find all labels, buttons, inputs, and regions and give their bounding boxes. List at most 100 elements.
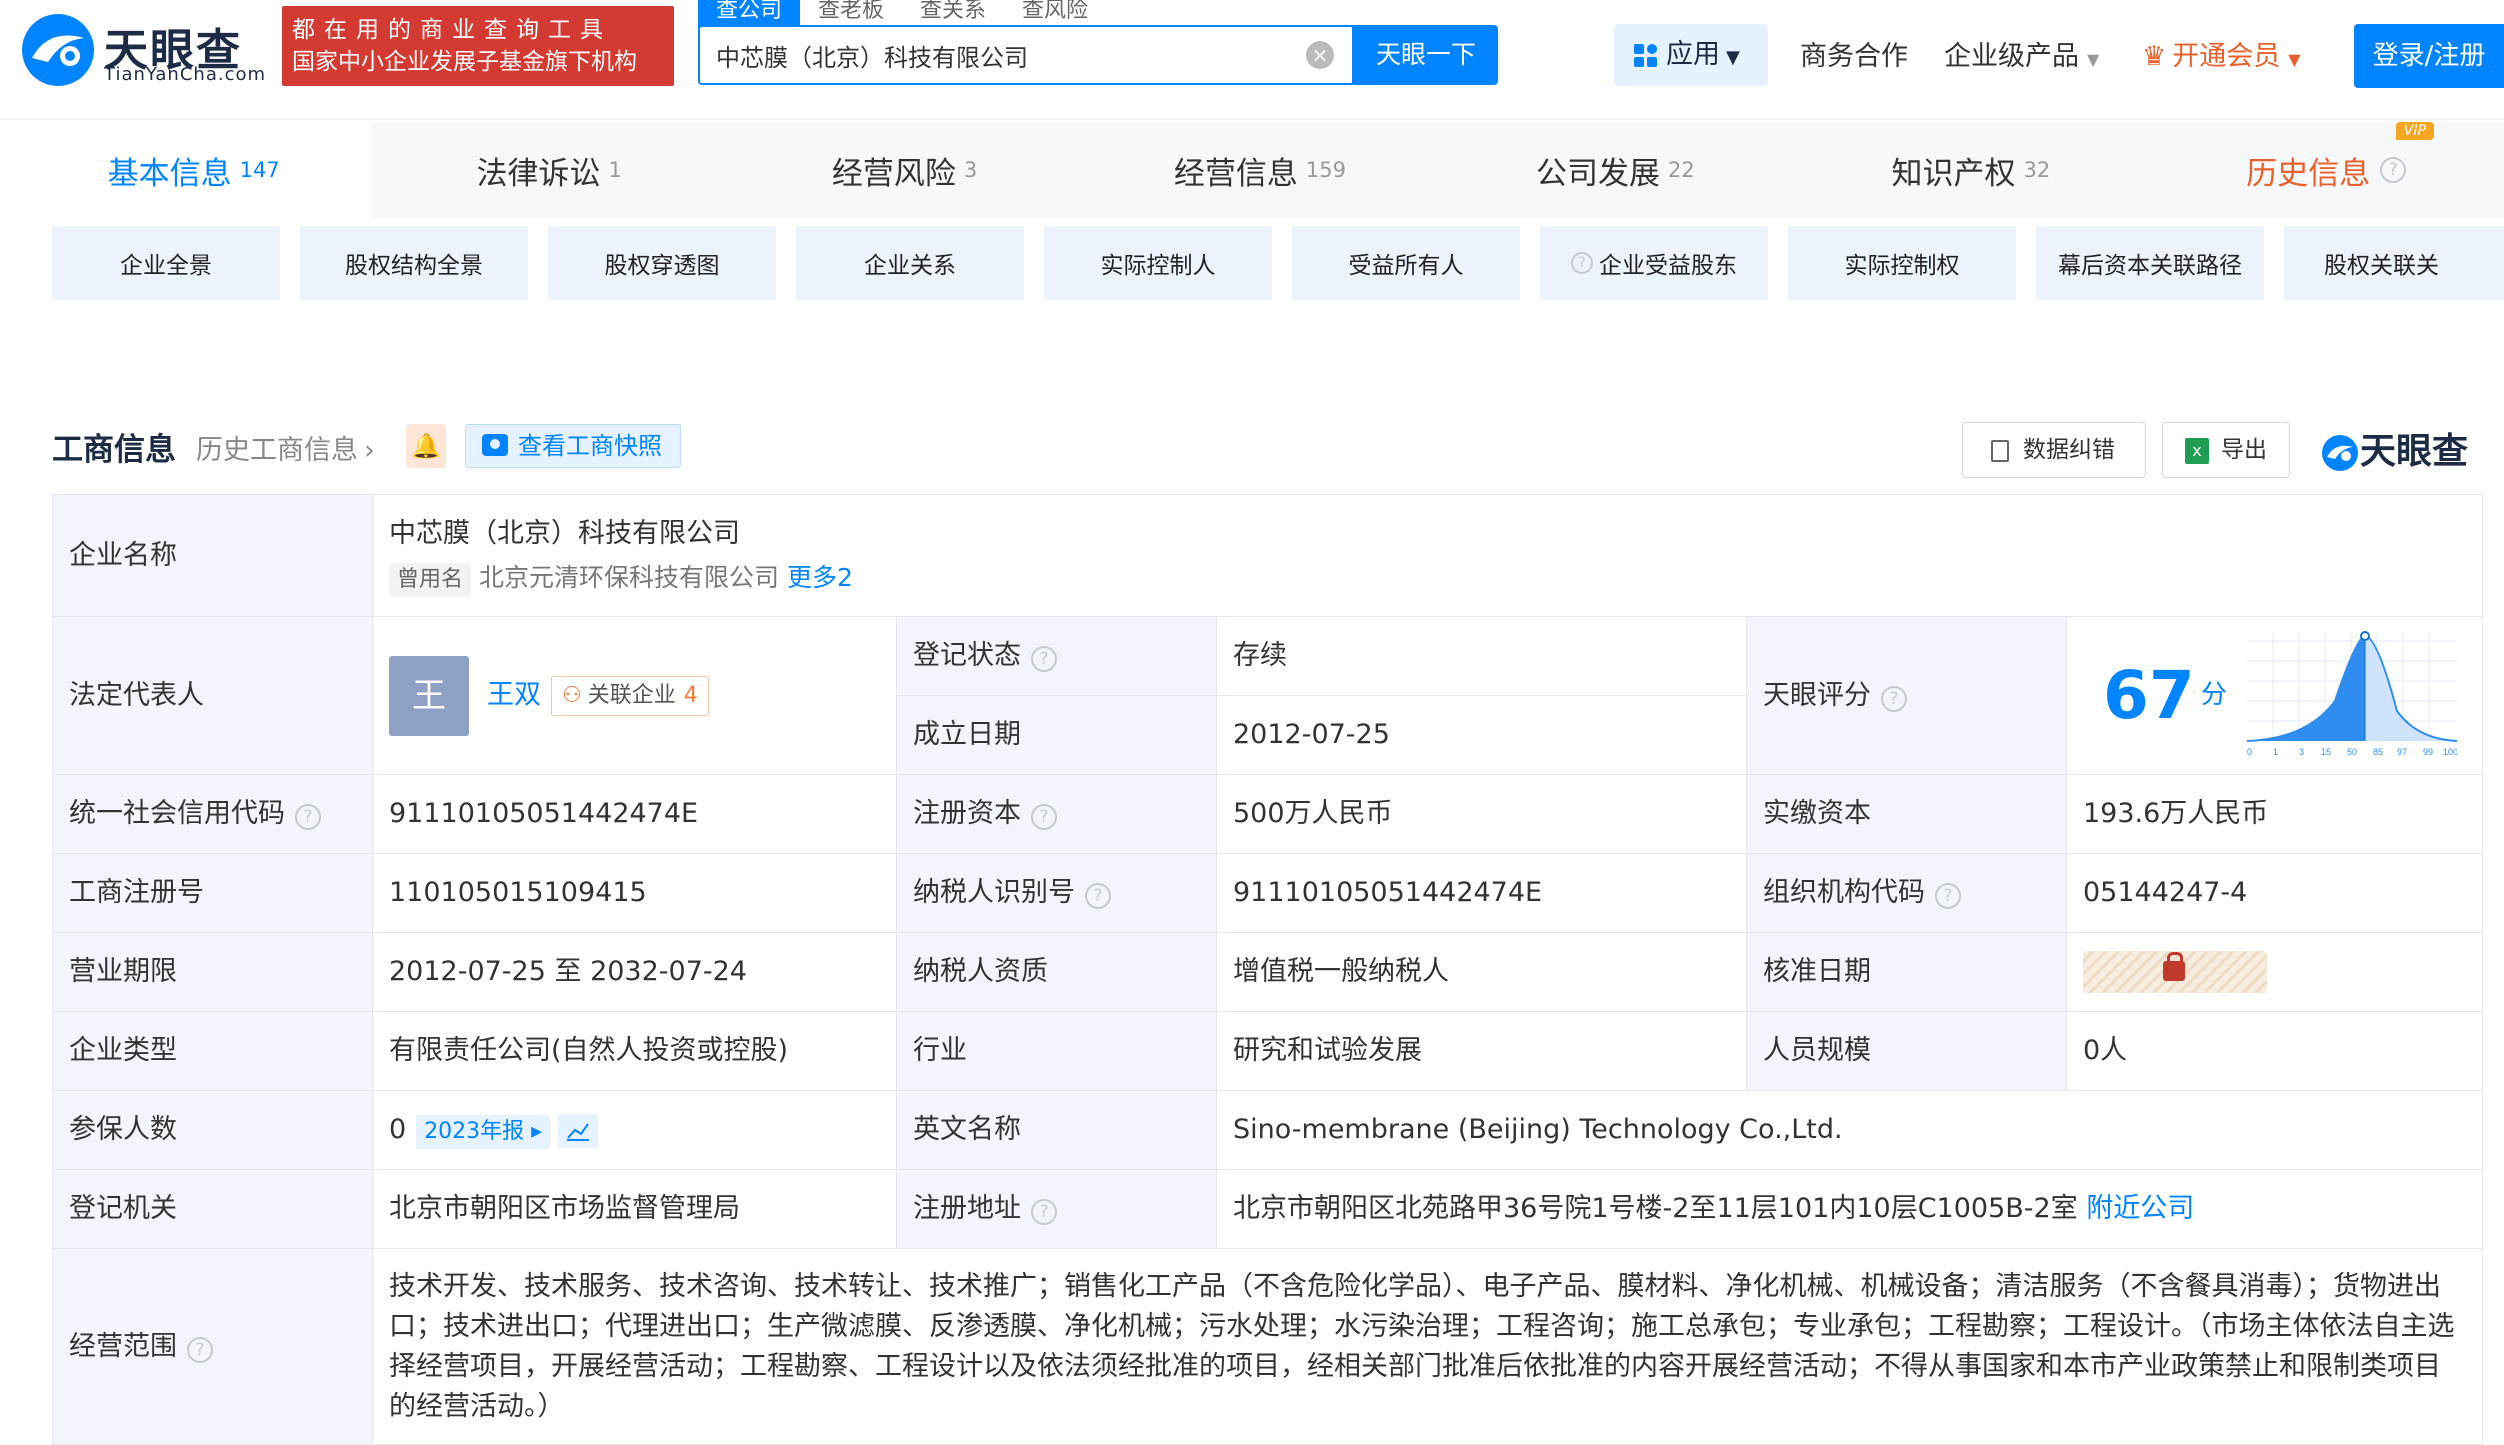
caret-down-icon: ▼ <box>2288 50 2301 69</box>
score-cell[interactable]: 67 分 0 1 3 15 50 85 97 99 100 <box>2065 616 2484 775</box>
trend-chart-icon[interactable] <box>558 1113 599 1148</box>
subtab-capital-path[interactable]: 幕后资本关联路径 <box>2036 226 2264 300</box>
search-input[interactable] <box>700 27 1260 83</box>
help-icon[interactable]: ? <box>295 804 321 830</box>
industry-label: 行业 <box>896 1011 1217 1091</box>
help-icon[interactable]: ? <box>1031 1199 1057 1225</box>
search-button[interactable]: 天眼一下 <box>1354 25 1498 85</box>
grid-icon <box>1634 43 1658 68</box>
company-name-cell: 中芯膜（北京）科技有限公司 曾用名 北京元清环保科技有限公司 更多2 <box>371 494 2484 617</box>
banner-line-1: 都在用的商业查询工具 <box>292 17 612 43</box>
annual-report-tag[interactable]: 2023年报 ▸ <box>416 1115 551 1149</box>
history-business-info-link[interactable]: 历史工商信息 › <box>196 428 375 467</box>
nav-enterprise-products[interactable]: 企业级产品 ▼ <box>1944 34 2099 73</box>
tab-basic-info[interactable]: 基本信息 147 <box>16 122 372 218</box>
authority-label: 登记机关 <box>52 1169 373 1249</box>
vip-button[interactable]: ♛ 开通会员 ▼ <box>2142 34 2301 73</box>
help-icon[interactable]: ? <box>2380 157 2407 183</box>
avatar[interactable]: 王 <box>389 655 469 736</box>
tab-risk[interactable]: 经营风险 3 <box>726 122 1083 218</box>
tab-development[interactable]: 公司发展 22 <box>1437 122 1794 218</box>
subtab-overview[interactable]: 企业全景 <box>52 226 280 300</box>
subtab-relations[interactable]: 企业关系 <box>796 226 1024 300</box>
login-register-button[interactable]: 登录/注册 <box>2354 24 2504 88</box>
legal-rep-cell: 王王双 ⚇ 关联企业 4 <box>372 616 897 775</box>
insured-label: 参保人数 <box>52 1090 373 1170</box>
authority: 北京市朝阳区市场监督管理局 <box>372 1169 897 1249</box>
export-button[interactable]: x 导出 <box>2162 422 2290 478</box>
brand-text: 天眼查 <box>2360 431 2469 472</box>
taxpayer-id: 91110105051442474E <box>1216 853 1747 933</box>
paid-capital-label: 实缴资本 <box>1746 774 2067 854</box>
table-row: 登记机关 北京市朝阳区市场监督管理局 注册地址? 北京市朝阳区北苑路甲36号院1… <box>52 1169 2484 1249</box>
nav-business-cooperation[interactable]: 商务合作 <box>1800 34 1908 73</box>
axis-tick: 50 <box>2347 747 2357 757</box>
subtab-equity-relation[interactable]: 股权关联关 <box>2284 226 2504 300</box>
clear-icon[interactable]: × <box>1306 41 1334 69</box>
tab-operation[interactable]: 经营信息 159 <box>1082 122 1438 218</box>
locked-value[interactable] <box>2083 951 2267 993</box>
tab-ip[interactable]: 知识产权 32 <box>1793 122 2149 218</box>
tab-legal[interactable]: 法律诉讼 1 <box>371 122 727 218</box>
tab-label: 公司发展 <box>1536 155 1661 192</box>
section-title: 工商信息 <box>52 432 176 468</box>
axis-tick: 99 <box>2423 747 2433 757</box>
taxpayer-qual-label: 纳税人资质 <box>896 932 1217 1012</box>
tianyancha-logo-icon <box>2322 435 2358 471</box>
snapshot-button[interactable]: 查看工商快照 <box>465 424 681 468</box>
business-scope: 技术开发、技术服务、技术咨询、技术转让、技术推广；销售化工产品（不含危险化学品）… <box>371 1248 2484 1445</box>
subtab-control-right[interactable]: 实际控制权 <box>1788 226 2016 300</box>
subtab-actual-controller[interactable]: 实际控制人 <box>1044 226 1272 300</box>
reg-capital-label-cell: 注册资本? <box>896 774 1217 854</box>
nearby-companies-link[interactable]: 附近公司 <box>2086 1193 2194 1224</box>
tab-label: 历史信息 <box>2246 155 2371 192</box>
company-type: 有限责任公司(自然人投资或控股) <box>372 1011 897 1091</box>
former-name-row: 曾用名 北京元清环保科技有限公司 更多2 <box>389 558 2466 598</box>
apps-label: 应用 <box>1666 39 1720 70</box>
reg-no-label: 工商注册号 <box>52 853 373 933</box>
industry: 研究和试验发展 <box>1216 1011 1747 1091</box>
help-icon[interactable]: ? <box>1881 685 1907 712</box>
address-label-cell: 注册地址? <box>896 1169 1217 1249</box>
caret-down-icon: ▼ <box>1726 47 1740 68</box>
reg-no: 110105015109415 <box>372 853 897 933</box>
data-correction-button[interactable]: 数据纠错 <box>1962 422 2146 478</box>
legal-rep-link[interactable]: 王双 <box>487 679 541 710</box>
axis-tick: 3 <box>2299 747 2304 757</box>
promo-banner[interactable]: 都在用的商业查询工具 国家中小企业发展子基金旗下机构 <box>282 6 674 86</box>
related-companies-tag[interactable]: ⚇ 关联企业 4 <box>551 675 709 716</box>
former-name: 北京元清环保科技有限公司 <box>479 562 780 592</box>
help-icon[interactable]: ? <box>1031 804 1057 830</box>
help-icon[interactable]: ? <box>1031 646 1057 672</box>
help-icon[interactable]: ? <box>1935 883 1961 909</box>
main-tabs: 基本信息 147 法律诉讼 1 经营风险 3 经营信息 159 公司发展 22 知识产权 3… <box>16 122 2504 218</box>
help-icon[interactable]: ? <box>1085 883 1111 909</box>
apps-menu-button[interactable]: 应用 ▼ <box>1614 24 1768 86</box>
help-icon[interactable]: ? <box>187 1336 213 1363</box>
credit-code: 91110105051442474E <box>372 774 897 854</box>
tab-label: 经营信息 <box>1173 155 1298 192</box>
tab-label: 法律诉讼 <box>476 155 601 192</box>
more-former-names-link[interactable]: 更多2 <box>787 563 853 592</box>
bell-icon[interactable]: 🔔 <box>406 424 446 468</box>
related-count: 4 <box>683 682 698 708</box>
subtab-beneficial-shareholder[interactable]: ? 企业受益股东 <box>1540 226 1768 300</box>
vip-label: 开通会员 <box>2172 41 2281 72</box>
approve-date-cell <box>2065 932 2484 1012</box>
sub-tabs: 企业全景 股权结构全景 股权穿透图 企业关系 实际控制人 受益所有人 ? 企业受益… <box>52 226 2504 300</box>
table-row: 统一社会信用代码? 91110105051442474E 注册资本? 500万人… <box>52 774 2484 854</box>
table-row: 参保人数 0 2023年报 ▸ 英文名称 Sino-membrane (Beiji… <box>52 1090 2484 1170</box>
top-header: 天眼查 TianYanCha.com 都在用的商业查询工具 国家中小企业发展子基… <box>0 0 2504 120</box>
tab-history[interactable]: 历史信息? VIP <box>2148 122 2504 218</box>
subtab-beneficial-owner[interactable]: 受益所有人 <box>1292 226 1520 300</box>
tab-count: 3 <box>963 158 978 182</box>
tianyancha-logo-icon[interactable] <box>18 10 98 90</box>
table-row: 营业期限 2012-07-25 至 2032-07-24 纳税人资质 增值税一般… <box>52 932 2484 1012</box>
correction-label: 数据纠错 <box>2023 437 2115 463</box>
subtab-equity-penetration[interactable]: 股权穿透图 <box>548 226 776 300</box>
taxpayer-qual: 增值税一般纳税人 <box>1216 932 1747 1012</box>
org-code-label: 组织机构代码 <box>1763 877 1925 908</box>
banner-line-2: 国家中小企业发展子基金旗下机构 <box>292 49 637 75</box>
subtab-equity-structure[interactable]: 股权结构全景 <box>300 226 528 300</box>
tab-count: 32 <box>2023 158 2051 182</box>
